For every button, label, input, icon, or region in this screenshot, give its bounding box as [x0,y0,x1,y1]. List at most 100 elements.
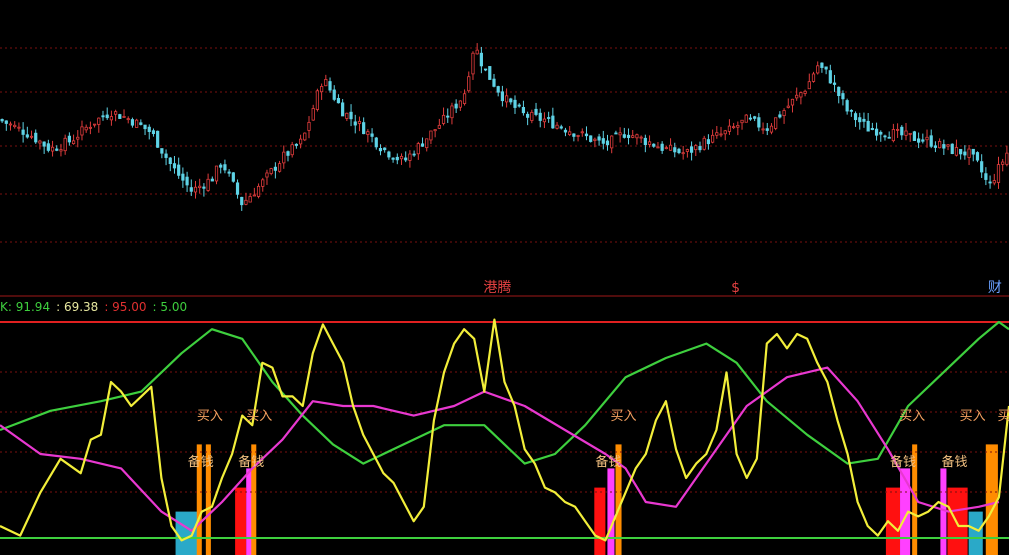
candle-body [160,148,164,154]
candle-body [917,138,921,143]
candle-body [660,143,664,151]
candle-body [933,145,938,148]
candle-body [307,121,311,131]
price-marker-0: 港腾 [483,279,511,296]
candle-body [795,94,799,99]
candle-body [988,181,992,184]
candle-body [277,163,282,172]
signal-bar-13 [947,487,968,555]
candle-body [475,49,479,55]
candle-body [387,151,391,158]
candle-body [181,173,185,181]
candle-body [21,129,25,135]
candle-body [202,186,206,189]
candle-body [29,135,34,138]
candle-body [719,133,723,136]
candle-body [559,126,563,129]
candle-body [925,136,929,141]
candle-body [706,139,711,145]
candle-body [879,131,883,135]
candle-body [643,137,647,146]
candle-body [778,114,782,118]
price-marker-2: 财 [988,280,1002,296]
candle-body [824,66,828,70]
candle-body [84,126,88,131]
indicator-readout: K: 91.94: 69.38: 95.00: 5.00 [0,300,187,314]
candle-body [740,119,744,124]
candle-body [900,126,904,136]
candle-body [992,180,996,184]
candle-body [429,130,433,141]
candle-body [425,138,429,149]
candle-body [530,111,534,121]
candle-body [67,135,71,143]
candle-body [25,134,29,138]
candle-body [97,117,101,125]
candle-body [290,144,294,156]
candle-body [765,128,769,131]
candle-body [231,172,235,182]
candle-body [635,134,639,139]
candle-body [105,114,109,119]
candle-body [685,149,689,152]
candle-body [332,89,336,100]
price-bottom-markers: 港腾 $ 财 [483,279,1001,296]
candle-body [298,138,303,145]
candle-body [572,133,576,137]
candle-body [80,126,84,136]
signal-label-3: 买入 [246,409,272,424]
candle-body [198,185,202,188]
candle-body [811,73,816,82]
candle-body [597,136,601,141]
price-marker-1: $ [731,280,740,296]
candle-body [870,128,874,130]
candle-body [975,152,980,161]
candle-body [17,126,21,129]
candle-body [0,119,4,122]
candle-body [769,125,774,133]
candle-body [244,199,248,205]
candle-body [248,196,252,203]
candle-body [269,168,273,174]
candle-body [950,143,954,155]
signal-bar-3 [235,487,247,555]
candle-body [963,151,967,156]
candle-body [408,153,412,161]
candle-body [702,137,706,150]
candle-body [584,133,589,137]
candle-body [235,182,240,195]
candle-body [664,147,668,150]
candle-body [576,135,580,137]
candle-body [946,144,950,147]
candle-body [399,155,404,160]
candle-body [374,137,378,148]
candle-body [866,120,870,132]
candle-body [143,124,147,130]
candle-body [799,92,803,98]
candle-body [980,161,984,173]
candle-body [774,117,778,129]
candle-body [378,148,383,152]
candle-body [46,143,50,151]
signal-label-10: 买 [997,409,1009,424]
candle-body [500,91,504,102]
candle-body [345,112,349,119]
candle-body [336,97,341,104]
candle-body [874,128,879,136]
signal-label-8: 备钱 [942,454,968,470]
candle-body [55,148,59,151]
candle-body [816,65,820,74]
candle-body [114,111,118,115]
candle-body [172,163,177,169]
candle-body [711,134,715,143]
candle-body [563,129,568,133]
candle-body [151,130,156,135]
candle-body [605,140,610,146]
candle-body [71,140,76,145]
candle-body [505,95,509,103]
candle-body [311,108,315,121]
candle-body [601,138,605,144]
candle-body [849,109,853,112]
candle-body [618,132,622,136]
candle-body [492,78,496,87]
